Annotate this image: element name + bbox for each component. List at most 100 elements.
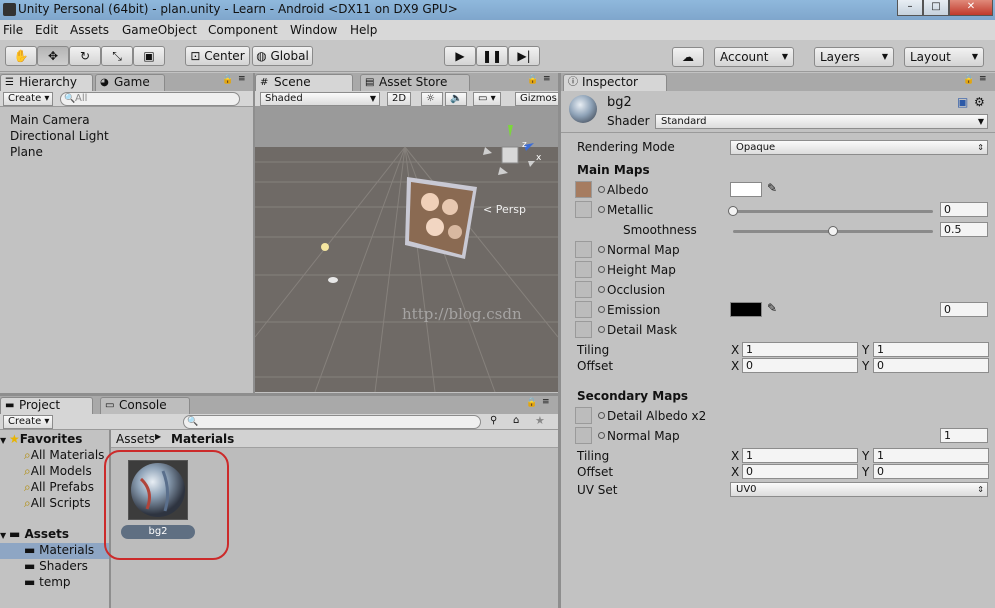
project-search-input[interactable]: 🔍 <box>183 415 481 429</box>
metallic-value-field[interactable]: 0 <box>940 202 988 217</box>
2d-toggle[interactable]: 2D <box>387 92 411 106</box>
offset-x-field[interactable]: 0 <box>742 358 858 373</box>
account-dropdown[interactable]: Account ▼ <box>714 47 794 67</box>
scale-tool-button[interactable]: ⤡ <box>101 46 133 66</box>
menu-file[interactable]: File <box>3 23 23 37</box>
metallic-slider-track[interactable] <box>733 210 933 213</box>
secondary-tiling-y-field[interactable]: 1 <box>873 448 989 463</box>
albedo-picker-dot[interactable] <box>598 186 605 193</box>
menu-icon[interactable]: ≡ <box>238 74 246 84</box>
uv-set-dropdown[interactable]: UV0 ⇕ <box>730 482 988 497</box>
menu-component[interactable]: Component <box>208 23 278 37</box>
star-icon[interactable]: ★ <box>535 414 545 427</box>
menu-icon[interactable]: ≡ <box>543 74 551 84</box>
emission-slot[interactable] <box>575 301 592 318</box>
move-tool-button[interactable]: ✥ <box>37 46 69 66</box>
project-create-dropdown[interactable]: Create ▾ <box>3 415 53 429</box>
persp-label[interactable]: < Persp <box>483 203 526 216</box>
lock-icon[interactable]: 🔒 <box>527 75 538 85</box>
favorites-item[interactable]: ⌕All Materials <box>24 448 104 463</box>
effects-dropdown[interactable]: ▭ ▾ <box>473 92 501 106</box>
favorites-item[interactable]: ⌕All Prefabs <box>24 480 94 495</box>
tiling-y-field[interactable]: 1 <box>873 342 989 357</box>
emission-picker-dot[interactable] <box>598 306 605 313</box>
lock-icon[interactable]: 🔒 <box>222 75 233 85</box>
breadcrumb-materials[interactable]: Materials <box>171 432 234 446</box>
pause-button[interactable]: ❚❚ <box>476 46 508 66</box>
metallic-picker-dot[interactable] <box>598 206 605 213</box>
secondary-normal-picker-dot[interactable] <box>598 432 605 439</box>
emission-color-swatch[interactable] <box>730 302 762 317</box>
normal-map-slot[interactable] <box>575 241 592 258</box>
metallic-texture-slot[interactable] <box>575 201 592 218</box>
rotate-tool-button[interactable]: ↻ <box>69 46 101 66</box>
tab-inspector[interactable]: ⓘ Inspector <box>563 74 667 91</box>
pivot-center-button[interactable]: ⊡ Center <box>185 46 250 66</box>
occlusion-slot[interactable] <box>575 281 592 298</box>
lighting-toggle[interactable]: ☼ <box>421 92 443 106</box>
menu-window[interactable]: Window <box>290 23 337 37</box>
close-button[interactable]: ✕ <box>949 0 993 16</box>
hierarchy-create-dropdown[interactable]: Create ▾ <box>3 92 53 106</box>
eyedropper-icon[interactable]: ✎ <box>767 301 777 315</box>
menu-gameobject[interactable]: GameObject <box>122 23 197 37</box>
secondary-offset-y-field[interactable]: 0 <box>873 464 989 479</box>
albedo-color-swatch[interactable] <box>730 182 762 197</box>
menu-icon[interactable]: ≡ <box>979 74 987 84</box>
gear-icon[interactable]: ⚙ <box>974 95 985 109</box>
layers-dropdown[interactable]: Layers ▼ <box>814 47 894 67</box>
minimize-button[interactable]: – <box>897 0 923 16</box>
height-map-picker-dot[interactable] <box>598 266 605 273</box>
tab-console[interactable]: ▭ Console <box>100 397 190 414</box>
scene-orientation-gizmo[interactable]: x z <box>480 125 541 185</box>
albedo-texture-slot[interactable] <box>575 181 592 198</box>
cloud-button[interactable]: ☁ <box>672 47 704 67</box>
shader-dropdown[interactable]: Standard ▼ <box>655 114 988 129</box>
scene-view[interactable]: x z < Persp http://blog.csdn <box>255 107 558 392</box>
filter-type-icon[interactable]: ⚲ <box>490 415 497 426</box>
tab-scene[interactable]: # Scene <box>255 74 353 91</box>
hierarchy-item[interactable]: Main Camera <box>10 113 90 127</box>
normal-map-picker-dot[interactable] <box>598 246 605 253</box>
breadcrumb-assets[interactable]: Assets <box>116 432 155 446</box>
lock-icon[interactable]: 🔒 <box>526 398 537 408</box>
tiling-x-field[interactable]: 1 <box>742 342 858 357</box>
layout-dropdown[interactable]: Layout ▼ <box>904 47 984 67</box>
smoothness-value-field[interactable]: 0.5 <box>940 222 988 237</box>
hierarchy-item[interactable]: Plane <box>10 145 43 159</box>
detail-albedo-slot[interactable] <box>575 407 592 424</box>
hand-tool-button[interactable]: ✋ <box>5 46 37 66</box>
tab-hierarchy[interactable]: ☰ Hierarchy <box>0 74 93 91</box>
favorites-item[interactable]: ⌕All Models <box>24 464 92 479</box>
secondary-normal-map-slot[interactable] <box>575 427 592 444</box>
favorites-header[interactable]: ▼ ★Favorites <box>0 432 82 446</box>
shading-mode-dropdown[interactable]: Shaded ▼ <box>260 92 380 106</box>
occlusion-picker-dot[interactable] <box>598 286 605 293</box>
lock-icon[interactable]: 🔒 <box>963 75 974 85</box>
play-button[interactable]: ▶ <box>444 46 476 66</box>
height-map-slot[interactable] <box>575 261 592 278</box>
smoothness-slider-thumb[interactable] <box>828 226 838 236</box>
secondary-normal-value-field[interactable]: 1 <box>940 428 988 443</box>
secondary-tiling-x-field[interactable]: 1 <box>742 448 858 463</box>
folder-item[interactable]: ▬ temp <box>24 575 71 589</box>
secondary-offset-x-field[interactable]: 0 <box>742 464 858 479</box>
detail-mask-slot[interactable] <box>575 321 592 338</box>
offset-y-field[interactable]: 0 <box>873 358 989 373</box>
pivot-global-button[interactable]: ◍ Global <box>252 46 313 66</box>
eyedropper-icon[interactable]: ✎ <box>767 181 777 195</box>
detail-albedo-picker-dot[interactable] <box>598 412 605 419</box>
folder-item[interactable]: ▬ Materials <box>24 543 94 557</box>
menu-edit[interactable]: Edit <box>35 23 58 37</box>
menu-assets[interactable]: Assets <box>70 23 109 37</box>
maximize-button[interactable]: □ <box>923 0 949 16</box>
metallic-slider-thumb[interactable] <box>728 206 738 216</box>
assets-header[interactable]: ▼ ▬ Assets <box>0 527 69 541</box>
rendering-mode-dropdown[interactable]: Opaque ⇕ <box>730 140 988 155</box>
tag-icon[interactable]: ⌂ <box>513 415 519 426</box>
step-button[interactable]: ▶| <box>508 46 540 66</box>
favorites-item[interactable]: ⌕All Scripts <box>24 496 90 511</box>
menu-icon[interactable]: ≡ <box>542 397 550 407</box>
tab-game[interactable]: ◕ Game <box>95 74 165 91</box>
folder-item[interactable]: ▬ Shaders <box>24 559 88 573</box>
